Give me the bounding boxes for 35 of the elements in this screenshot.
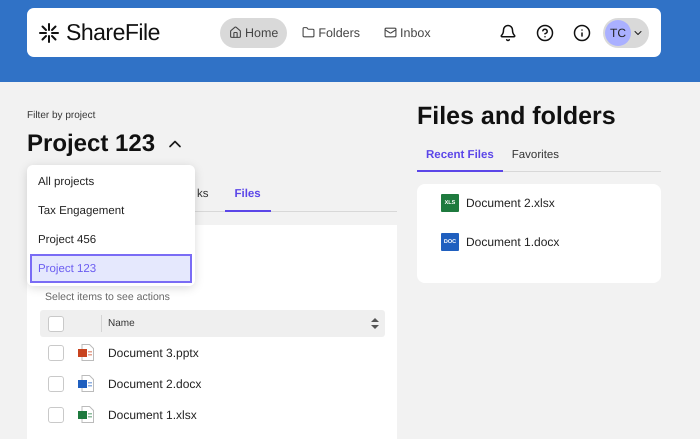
nav-link[interactable]: Home (220, 18, 288, 48)
file-name[interactable]: Document 1.docx (466, 235, 560, 249)
file-name[interactable]: Document 2.xlsx (466, 196, 555, 210)
file-name[interactable]: Document 3.pptx (108, 346, 199, 360)
home-icon (229, 26, 242, 39)
tab[interactable]: Files (224, 180, 271, 212)
document-icon (78, 406, 94, 423)
project-title: Project 123 (27, 130, 156, 158)
checkbox[interactable] (48, 376, 64, 392)
nav-link[interactable]: Folders (293, 18, 370, 48)
document-icon (78, 344, 94, 361)
file-name[interactable]: Document 1.xlsx (108, 408, 197, 422)
account-menu[interactable]: TC (603, 18, 649, 48)
folder-icon (302, 26, 316, 39)
document-icon (78, 375, 94, 392)
tab[interactable]: Favorites (502, 141, 568, 172)
nav-link[interactable]: Inbox (375, 18, 440, 48)
filter-label: Filter by project (27, 110, 96, 121)
help-icon[interactable] (536, 24, 554, 42)
tab[interactable]: Recent Files (417, 141, 503, 172)
column-header[interactable]: Name (108, 318, 371, 329)
hint-text: Select items to see actions (45, 291, 171, 303)
checkbox[interactable] (48, 316, 64, 332)
logo-text: ShareFile (66, 19, 160, 46)
checkbox[interactable] (48, 344, 64, 360)
file-name[interactable]: Document 2.docx (108, 376, 202, 390)
mail-icon (384, 26, 398, 39)
dropdown-option[interactable]: Project 123 (30, 254, 192, 283)
info-icon[interactable] (572, 24, 590, 42)
checkbox[interactable] (48, 406, 64, 422)
avatar: TC (605, 20, 631, 46)
section-title: Files and folders (417, 102, 617, 131)
logo-icon (38, 22, 60, 44)
sort-icon[interactable] (371, 318, 379, 329)
notification-icon[interactable] (498, 24, 516, 42)
